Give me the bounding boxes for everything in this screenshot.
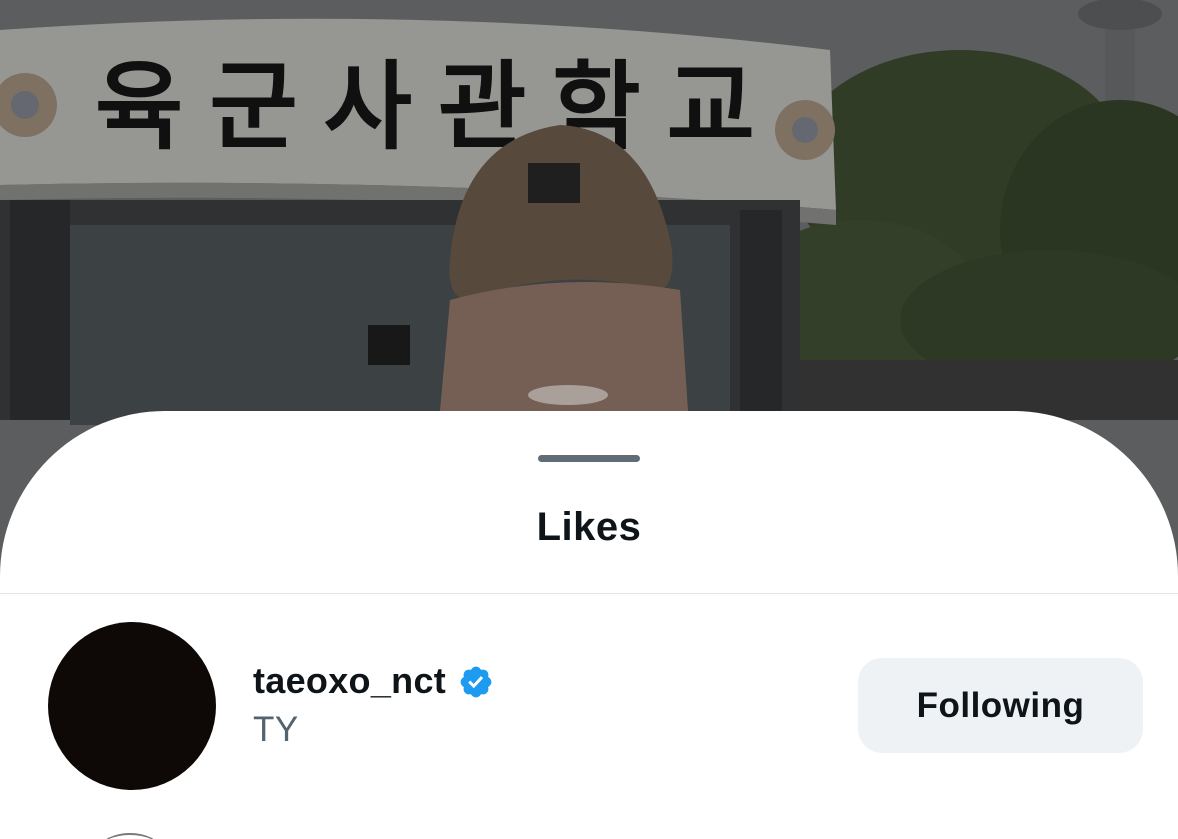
following-button[interactable]: Following bbox=[858, 658, 1143, 753]
user-handle: TY bbox=[253, 710, 299, 749]
sheet-title: Likes bbox=[536, 505, 642, 549]
avatar[interactable] bbox=[48, 622, 216, 790]
user-list-item[interactable]: taeoxo_nct TY Following bbox=[0, 594, 1178, 824]
verified-badge-icon bbox=[460, 666, 492, 698]
sheet-grabber-handle[interactable] bbox=[538, 455, 640, 462]
app-screen: 육군사관학교 Likes taeoxo_nct TY Following bbox=[0, 0, 1178, 839]
user-display-name[interactable]: taeoxo_nct bbox=[253, 660, 446, 702]
